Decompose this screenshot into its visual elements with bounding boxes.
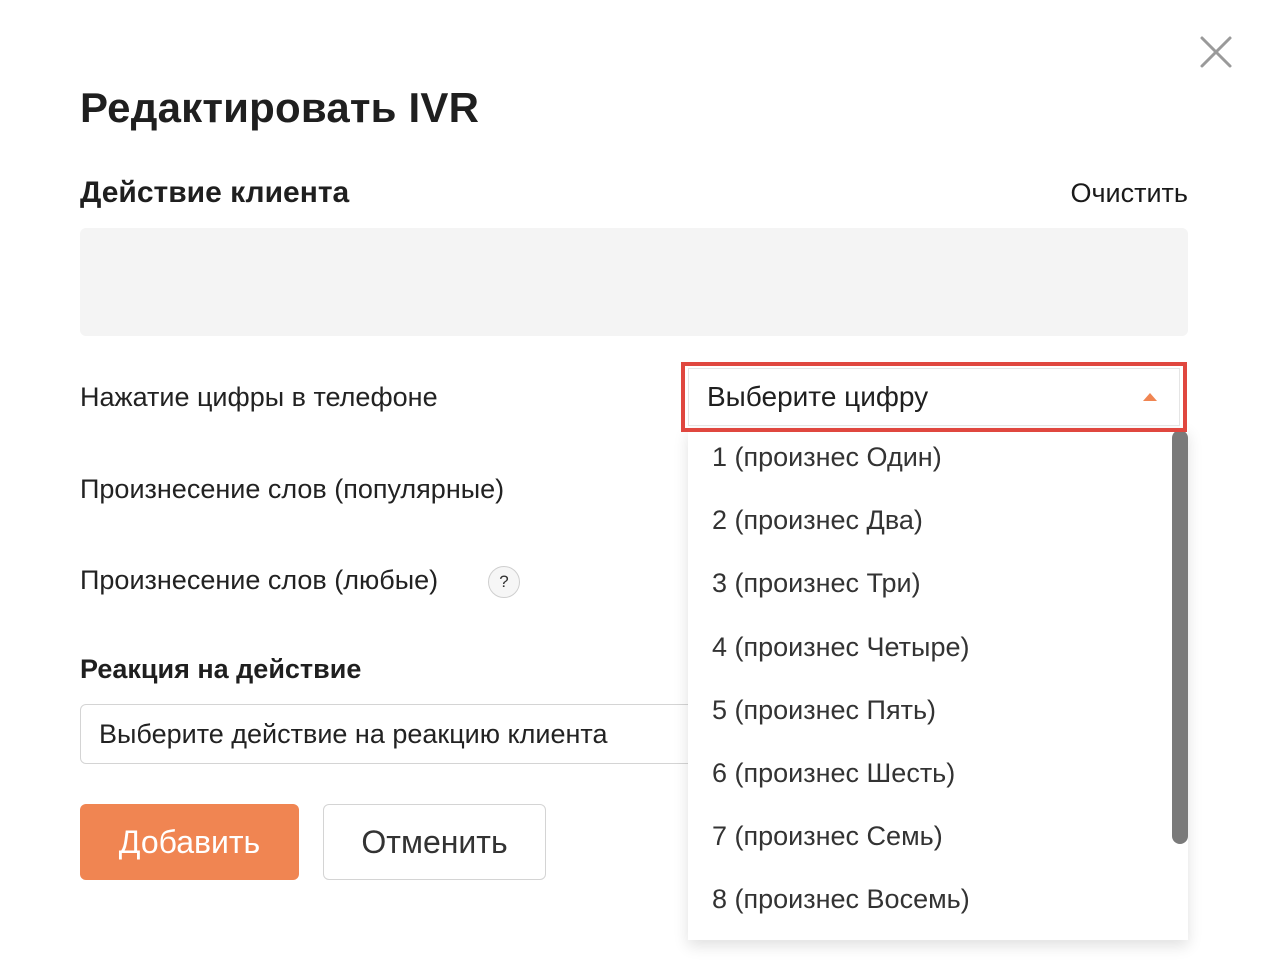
- dropdown-option-6[interactable]: 6 (произнес Шесть): [712, 758, 955, 789]
- modal-title: Редактировать IVR: [80, 84, 480, 131]
- close-icon: [1200, 36, 1232, 68]
- cancel-button[interactable]: Отменить: [323, 804, 546, 880]
- digit-select-value: Выберите цифру: [707, 381, 929, 412]
- dropdown-option-7[interactable]: 7 (произнес Семь): [712, 821, 943, 852]
- clear-link[interactable]: Очистить: [1070, 178, 1188, 209]
- caret-up-icon: [1143, 393, 1157, 401]
- dropdown-option-4[interactable]: 4 (произнес Четыре): [712, 632, 969, 663]
- reaction-heading: Реакция на действие: [80, 654, 362, 684]
- add-button[interactable]: Добавить: [80, 804, 299, 880]
- client-action-area[interactable]: [80, 228, 1188, 336]
- dropdown-option-2[interactable]: 2 (произнес Два): [712, 505, 923, 536]
- option-digit-press[interactable]: Нажатие цифры в телефоне: [80, 382, 438, 413]
- question-icon[interactable]: ?: [488, 566, 520, 598]
- dropdown-option-5[interactable]: 5 (произнес Пять): [712, 695, 936, 726]
- dropdown-option-1[interactable]: 1 (произнес Один): [712, 442, 942, 473]
- edit-ivr-modal: Редактировать IVR Действие клиента Очист…: [0, 0, 1268, 960]
- reaction-select-value: Выберите действие на реакцию клиента: [99, 718, 608, 749]
- dropdown-option-8[interactable]: 8 (произнес Восемь): [712, 884, 970, 915]
- option-words-popular[interactable]: Произнесение слов (популярные): [80, 474, 504, 505]
- dropdown-option-3[interactable]: 3 (произнес Три): [712, 568, 921, 599]
- client-action-heading: Действие клиента: [80, 176, 350, 209]
- option-words-any[interactable]: Произнесение слов (любые): [80, 565, 438, 596]
- close-button[interactable]: [1196, 32, 1236, 72]
- reaction-select[interactable]: Выберите действие на реакцию клиента: [80, 704, 720, 764]
- dropdown-scrollbar[interactable]: [1172, 430, 1188, 844]
- digit-select[interactable]: Выберите цифру: [688, 368, 1180, 426]
- digit-dropdown-list: 1 (произнес Один) 2 (произнес Два) 3 (пр…: [688, 428, 1188, 940]
